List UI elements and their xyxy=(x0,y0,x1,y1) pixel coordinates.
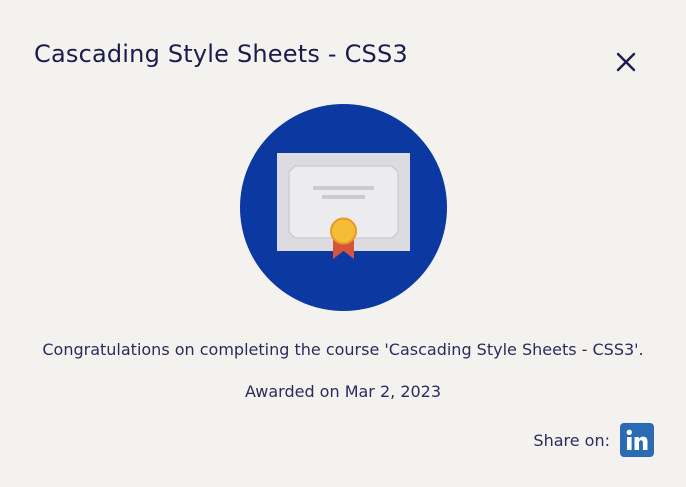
certificate-dialog: Cascading Style Sheets - CSS3 Congratula… xyxy=(0,0,686,487)
linkedin-icon xyxy=(626,429,648,450)
close-button[interactable] xyxy=(610,46,642,78)
awarded-date: Awarded on Mar 2, 2023 xyxy=(244,382,442,401)
linkedin-share-button[interactable] xyxy=(620,423,654,457)
certificate-icon xyxy=(240,104,447,311)
dialog-title: Cascading Style Sheets - CSS3 xyxy=(34,40,408,68)
share-section: Share on: xyxy=(533,423,654,457)
completion-message: Congratulations on completing the course… xyxy=(42,340,644,359)
close-icon xyxy=(616,52,636,72)
share-label: Share on: xyxy=(533,430,610,450)
